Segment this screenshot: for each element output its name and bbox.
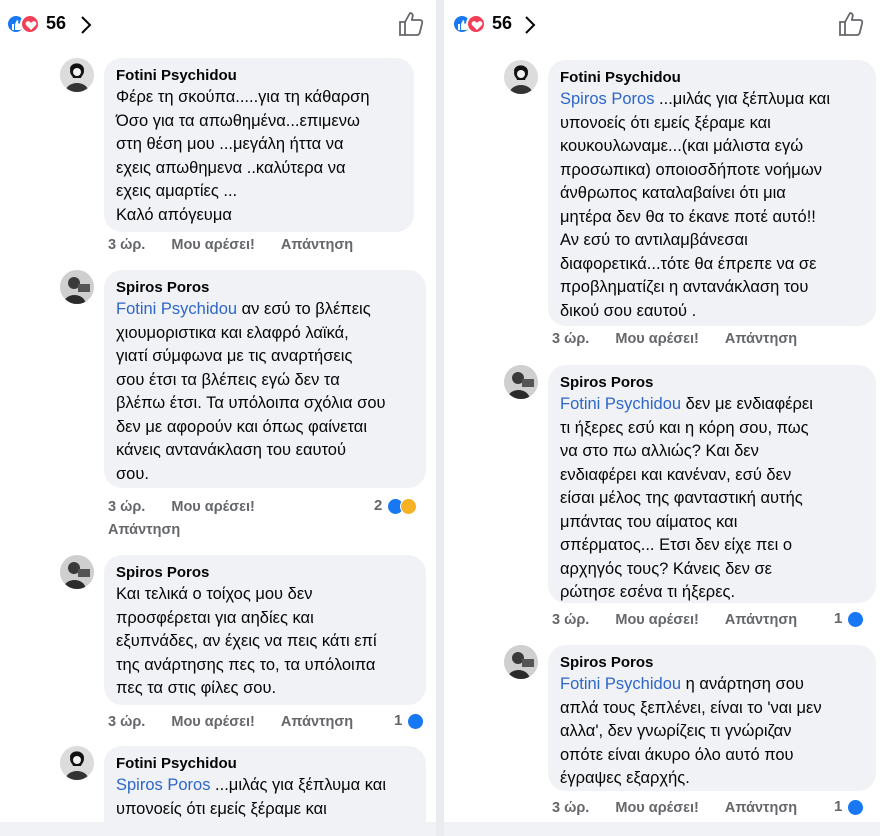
comment-author[interactable]: Spiros Poros (560, 653, 864, 673)
like-post-icon[interactable] (398, 11, 424, 37)
reaction-total: 1 (394, 712, 403, 729)
comment-text: Και τελικά ο τοίχος μου δεν προσφέρεται … (116, 585, 377, 697)
like-reaction-icon (406, 712, 424, 730)
comment-time[interactable]: 3 ώρ. (108, 237, 145, 253)
comment-body: αν εσύ το βλέπεις χιουμοριστικα και ελαφ… (116, 300, 386, 483)
comment-body: ...μιλάς για ξέπλυμα και υπονοείς ότι εμ… (560, 90, 830, 320)
reactions-header: 56 (444, 0, 880, 48)
comment-author[interactable]: Spiros Poros (116, 278, 414, 298)
write-comment-bar[interactable] (0, 822, 436, 836)
reactions-header: 56 (0, 0, 436, 48)
comment-reactions[interactable]: 2 (374, 497, 417, 515)
mention-link[interactable]: Spiros Poros (560, 90, 654, 108)
comment-bubble: Spiros Poros Fotini Psychidou η ανάρτηση… (548, 645, 876, 791)
comment-author[interactable]: Fotini Psychidou (116, 754, 414, 774)
comment-reactions[interactable]: 1 (394, 712, 424, 730)
comment-text: Φέρε τη σκούπα.....για τη κάθαρση Όσο γι… (116, 88, 370, 224)
reaction-total: 1 (834, 610, 843, 627)
comment-actions-reply: Απάντηση (108, 522, 180, 538)
comment-bubble: Fotini Psychidou Φέρε τη σκούπα.....για … (104, 58, 414, 232)
haha-reaction-icon (399, 497, 417, 515)
like-reaction-icon (846, 610, 864, 628)
like-reaction-icon (846, 798, 864, 816)
comment-actions: 3 ώρ. Μου αρέσει! (108, 499, 255, 515)
mention-link[interactable]: Fotini Psychidou (560, 395, 681, 413)
reply-button[interactable]: Απάντηση (108, 522, 180, 538)
comment-reactions[interactable]: 1 (834, 610, 864, 628)
love-reaction-icon (20, 14, 40, 34)
reply-button[interactable]: Απάντηση (281, 237, 353, 253)
chevron-right-icon[interactable] (524, 15, 536, 35)
reply-button[interactable]: Απάντηση (725, 612, 797, 628)
like-post-icon[interactable] (838, 11, 864, 37)
love-reaction-icon (466, 14, 486, 34)
divider (436, 0, 444, 836)
reaction-icons[interactable] (6, 14, 46, 34)
avatar[interactable] (60, 746, 94, 780)
write-comment-bar[interactable] (444, 822, 880, 836)
comment-text: Spiros Poros ...μιλάς για ξέπλυμα και υπ… (560, 88, 864, 323)
comment-time[interactable]: 3 ώρ. (552, 612, 589, 628)
left-screenshot: 56 Fotini Psychidou Φέρε τη σκούπα.....γ… (0, 0, 436, 836)
avatar[interactable] (504, 365, 538, 399)
comment-author[interactable]: Fotini Psychidou (560, 68, 864, 88)
comment-author[interactable]: Spiros Poros (116, 563, 414, 583)
comment-bubble: Fotini Psychidou Spiros Poros ...μιλάς γ… (548, 60, 876, 326)
comment-bubble: Spiros Poros Fotini Psychidou δεν με ενδ… (548, 365, 876, 603)
mention-link[interactable]: Fotini Psychidou (116, 300, 237, 318)
avatar[interactable] (60, 555, 94, 589)
reaction-icons[interactable] (452, 14, 492, 34)
avatar[interactable] (60, 58, 94, 92)
like-comment-button[interactable]: Μου αρέσει! (171, 237, 255, 253)
comment-body: δεν με ενδιαφέρει τι ήξερες εσύ και η κό… (560, 395, 813, 601)
comment-actions: 3 ώρ. Μου αρέσει! Απάντηση (552, 612, 797, 628)
mention-link[interactable]: Spiros Poros (116, 776, 210, 794)
comment-reactions[interactable]: 1 (834, 798, 864, 816)
reply-button[interactable]: Απάντηση (281, 714, 353, 730)
avatar[interactable] (504, 60, 538, 94)
comment-time[interactable]: 3 ώρ. (552, 331, 589, 347)
reaction-count[interactable]: 56 (492, 13, 512, 34)
reaction-total: 2 (374, 497, 383, 514)
mention-link[interactable]: Fotini Psychidou (560, 675, 681, 693)
comment-text: Fotini Psychidou η ανάρτηση σου απλά του… (560, 673, 864, 791)
comment-actions: 3 ώρ. Μου αρέσει! Απάντηση (552, 331, 797, 347)
like-comment-button[interactable]: Μου αρέσει! (171, 499, 255, 515)
comment-author[interactable]: Fotini Psychidou (116, 66, 402, 86)
comment-bubble: Spiros Poros Fotini Psychidou αν εσύ το … (104, 270, 426, 488)
comment-bubble: Spiros Poros Και τελικά ο τοίχος μου δεν… (104, 555, 426, 705)
right-screenshot: 56 Fotini Psychidou Spiros Poros ...μιλά… (444, 0, 880, 836)
chevron-right-icon[interactable] (80, 15, 92, 35)
reaction-count[interactable]: 56 (46, 13, 66, 34)
comment-author[interactable]: Spiros Poros (560, 373, 864, 393)
like-comment-button[interactable]: Μου αρέσει! (615, 331, 699, 347)
comment-text: Fotini Psychidou δεν με ενδιαφέρει τι ήξ… (560, 393, 864, 605)
reply-button[interactable]: Απάντηση (725, 800, 797, 816)
avatar[interactable] (60, 270, 94, 304)
reaction-total: 1 (834, 798, 843, 815)
avatar[interactable] (504, 645, 538, 679)
comment-text: Fotini Psychidou αν εσύ το βλέπεις χιουμ… (116, 298, 414, 486)
like-comment-button[interactable]: Μου αρέσει! (171, 714, 255, 730)
comment-text: Spiros Poros ...μιλάς για ξέπλυμα και υπ… (116, 774, 414, 821)
like-comment-button[interactable]: Μου αρέσει! (615, 612, 699, 628)
reply-button[interactable]: Απάντηση (725, 331, 797, 347)
comment-time[interactable]: 3 ώρ. (108, 714, 145, 730)
comment-actions: 3 ώρ. Μου αρέσει! Απάντηση (108, 237, 353, 253)
comment-time[interactable]: 3 ώρ. (552, 800, 589, 816)
comment-actions: 3 ώρ. Μου αρέσει! Απάντηση (552, 800, 797, 816)
comment-actions: 3 ώρ. Μου αρέσει! Απάντηση (108, 714, 353, 730)
comment-time[interactable]: 3 ώρ. (108, 499, 145, 515)
like-comment-button[interactable]: Μου αρέσει! (615, 800, 699, 816)
